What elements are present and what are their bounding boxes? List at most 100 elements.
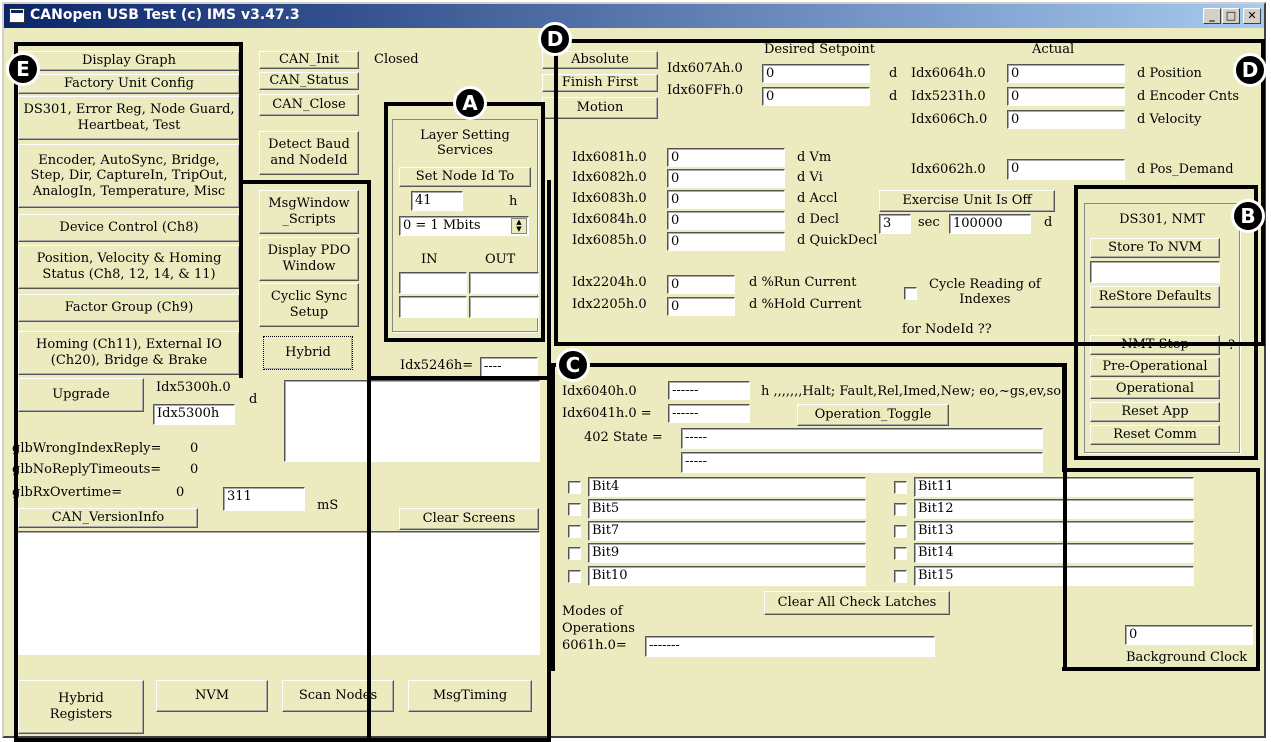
idx2205-field[interactable]: 0 — [667, 297, 735, 316]
idx2204-field[interactable]: 0 — [667, 275, 735, 294]
bit15-field[interactable]: Bit15 — [914, 566, 1194, 586]
finish-first-button[interactable]: Finish First — [542, 74, 658, 92]
reset-app-button[interactable]: Reset App — [1090, 402, 1220, 422]
encoder-autosync-button[interactable]: Encoder, AutoSync, Bridge, Step, Dir, Ca… — [18, 144, 240, 208]
exercise-seconds-field[interactable]: 3 — [879, 214, 911, 234]
position-velocity-homing-button[interactable]: Position, Velocity & Homing Status (Ch8,… — [18, 245, 240, 289]
modes-of-operation-field[interactable]: ------- — [645, 636, 935, 657]
idx6064-field[interactable]: 0 — [1007, 64, 1125, 83]
upgrade-button[interactable]: Upgrade — [18, 378, 144, 412]
bit4-field[interactable]: Bit4 — [588, 477, 866, 497]
in-field-2[interactable] — [399, 296, 467, 318]
idx5246-field[interactable]: ---- — [480, 357, 538, 377]
factory-unit-config-button[interactable]: Factory Unit Config — [18, 74, 240, 94]
minimize-button[interactable]: _ — [1203, 8, 1221, 24]
state-402-field-2[interactable]: ----- — [681, 452, 1043, 473]
motion-button[interactable]: Motion — [542, 97, 658, 119]
maximize-button[interactable]: □ — [1222, 8, 1240, 24]
pre-operational-button[interactable]: Pre-Operational — [1090, 357, 1220, 377]
device-control-button[interactable]: Device Control (Ch8) — [18, 214, 240, 242]
can-status-button[interactable]: CAN_Status — [259, 72, 359, 90]
store-to-nvm-button[interactable]: Store To NVM — [1090, 238, 1220, 258]
idx6085-field[interactable]: 0 — [667, 232, 785, 251]
bit10-checkbox[interactable] — [568, 570, 581, 583]
operational-button[interactable]: Operational — [1090, 379, 1220, 399]
bit4-checkbox[interactable] — [568, 481, 581, 494]
idx6040-field[interactable]: ------ — [668, 381, 750, 400]
operation-toggle-button[interactable]: Operation_Toggle — [797, 404, 949, 426]
factor-group-button[interactable]: Factor Group (Ch9) — [18, 294, 240, 322]
clear-screens-button[interactable]: Clear Screens — [399, 508, 539, 530]
node-id-field[interactable]: 41 — [411, 191, 463, 211]
spinner-icon[interactable]: ▲ ▼ — [511, 218, 527, 234]
nvm-button[interactable]: NVM — [156, 680, 268, 712]
idx60ff-field[interactable]: 0 — [762, 87, 870, 106]
out-field-2[interactable] — [469, 296, 539, 318]
idx606c-field[interactable]: 0 — [1007, 110, 1125, 129]
bit14-field[interactable]: Bit14 — [914, 543, 1194, 563]
nmt-stop-button[interactable]: NMT Stop — [1090, 335, 1220, 355]
annotation-box-c-step — [1062, 363, 1066, 472]
in-field-1[interactable] — [399, 272, 467, 294]
set-node-id-button[interactable]: Set Node Id To — [399, 167, 531, 187]
out-field-1[interactable] — [469, 272, 539, 294]
idx607a-field[interactable]: 0 — [762, 64, 870, 83]
hybrid-registers-button[interactable]: Hybrid Registers — [18, 680, 144, 734]
bit5-checkbox[interactable] — [568, 503, 581, 516]
reset-comm-button[interactable]: Reset Comm — [1090, 425, 1220, 445]
detect-baud-button[interactable]: Detect Baud and NodeId — [259, 131, 359, 175]
bit7-field[interactable]: Bit7 — [588, 521, 866, 541]
rx-overtime-field[interactable]: 311 — [223, 487, 305, 511]
bit11-checkbox[interactable] — [894, 481, 907, 494]
exercise-unit-label: d — [1044, 215, 1053, 230]
idx6062-field[interactable]: 0 — [1007, 159, 1125, 180]
bit13-checkbox[interactable] — [894, 525, 907, 538]
can-init-button[interactable]: CAN_Init — [259, 51, 359, 69]
hybrid-button[interactable]: Hybrid — [263, 336, 353, 370]
bit10-field[interactable]: Bit10 — [588, 566, 866, 586]
ds301-error-reg-button[interactable]: DS301, Error Reg, Node Guard, Heartbeat,… — [18, 96, 240, 140]
cyclic-sync-setup-button[interactable]: Cyclic Sync Setup — [259, 283, 359, 327]
scan-nodes-button[interactable]: Scan Nodes — [282, 680, 394, 712]
idx6081-field[interactable]: 0 — [667, 148, 785, 167]
idx6082-field[interactable]: 0 — [667, 169, 785, 188]
bit11-field[interactable]: Bit11 — [914, 477, 1194, 497]
nvm-status-field[interactable] — [1090, 261, 1220, 283]
layer-setting-title: Layer Setting Services — [420, 128, 510, 158]
idx6041-field[interactable]: ------ — [668, 404, 750, 423]
no-reply-label: glbNoReplyTimeouts= — [12, 462, 162, 477]
bit14-checkbox[interactable] — [894, 547, 907, 560]
can-close-button[interactable]: CAN_Close — [259, 94, 359, 116]
bit13-field[interactable]: Bit13 — [914, 521, 1194, 541]
state-402-field[interactable]: ----- — [681, 428, 1043, 449]
bit5-field[interactable]: Bit5 — [588, 499, 866, 519]
bit9-field[interactable]: Bit9 — [588, 543, 866, 563]
background-clock-field[interactable]: 0 — [1125, 625, 1253, 645]
message-log[interactable] — [14, 531, 540, 655]
msg-timing-button[interactable]: MsgTiming — [408, 680, 532, 712]
idx5300-field[interactable]: Idx5300h — [153, 404, 235, 425]
close-button[interactable]: ✕ — [1243, 8, 1261, 24]
homing-external-io-button[interactable]: Homing (Ch11), External IO (Ch20), Bridg… — [18, 331, 240, 375]
idx6084-field[interactable]: 0 — [667, 211, 785, 230]
can-version-info-button[interactable]: CAN_VersionInfo — [18, 508, 198, 528]
title-bar[interactable]: CANopen USB Test (c) IMS v3.47.3 _ □ ✕ — [4, 4, 1264, 28]
bit15-checkbox[interactable] — [894, 570, 907, 583]
display-graph-button[interactable]: Display Graph — [18, 51, 240, 71]
exercise-distance-field[interactable]: 100000 — [949, 214, 1031, 234]
idx6083-field[interactable]: 0 — [667, 190, 785, 209]
restore-defaults-button[interactable]: ReStore Defaults — [1090, 286, 1220, 308]
exercise-unit-button[interactable]: Exercise Unit Is Off — [879, 190, 1055, 212]
baud-rate-select[interactable]: 0 = 1 Mbits ▲ ▼ — [399, 216, 529, 236]
response-field[interactable] — [284, 380, 540, 462]
bit12-checkbox[interactable] — [894, 503, 907, 516]
bit9-checkbox[interactable] — [568, 547, 581, 560]
msg-window-scripts-button[interactable]: MsgWindow _Scripts — [259, 190, 359, 234]
idx5231-field[interactable]: 0 — [1007, 87, 1125, 106]
display-pdo-window-button[interactable]: Display PDO Window — [259, 237, 359, 281]
bit12-field[interactable]: Bit12 — [914, 499, 1194, 519]
cycle-reading-checkbox[interactable] — [904, 287, 917, 300]
background-clock-label: Background Clock — [1126, 650, 1248, 665]
bit7-checkbox[interactable] — [568, 525, 581, 538]
clear-check-latches-button[interactable]: Clear All Check Latches — [764, 591, 950, 615]
